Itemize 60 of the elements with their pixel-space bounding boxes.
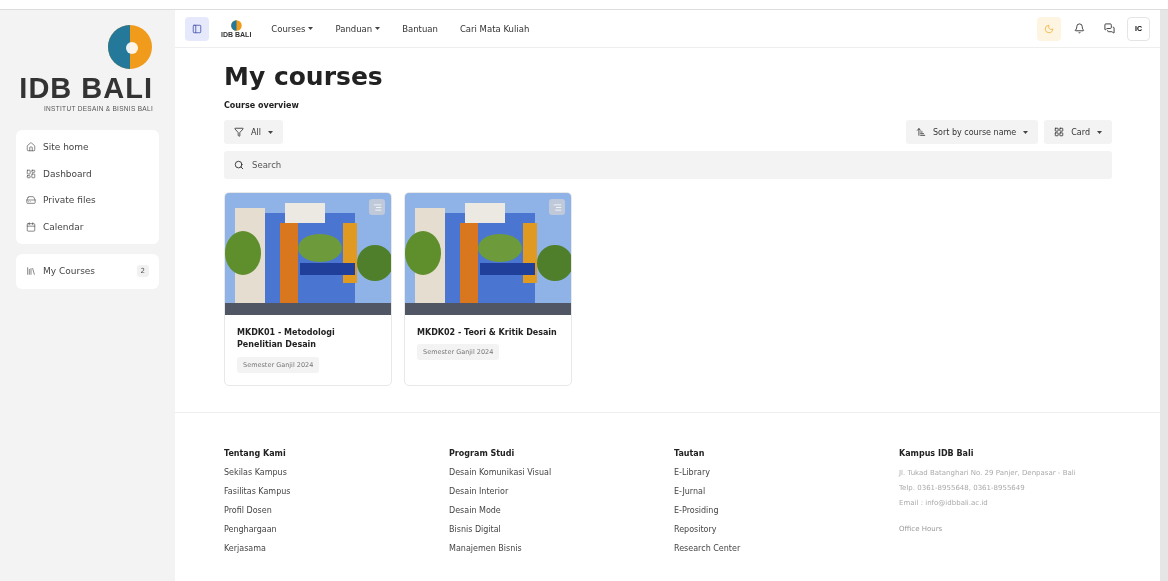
logo-title: IDB BALI [19, 74, 153, 103]
caret-icon [308, 27, 314, 30]
footer-heading: Program Studi [449, 449, 516, 460]
menu-icon [552, 202, 562, 212]
nav-label: My Courses [43, 266, 96, 277]
course-title[interactable]: MKDK02 - Teori & Kritik Desain [417, 327, 557, 340]
caret-icon [1023, 130, 1029, 134]
footer-link[interactable]: Sekilas Kampus [224, 468, 437, 487]
menu-link[interactable]: Courses [263, 23, 322, 34]
footer-link[interactable]: Repository [674, 525, 887, 544]
view-dropdown[interactable]: Card [1044, 120, 1112, 144]
nav-item[interactable]: Site home [16, 134, 159, 161]
menu-link[interactable]: Cari Mata Kuliah [451, 23, 538, 34]
caret-icon [267, 130, 273, 134]
footer-link[interactable]: Desain Interior [449, 487, 662, 506]
menu-link[interactable]: Bantuan [394, 23, 446, 34]
nav-item[interactable]: Calendar [16, 213, 159, 240]
sort-dropdown[interactable]: Sort by course name [906, 120, 1039, 144]
footer-link[interactable]: Fasilitas Kampus [224, 487, 437, 506]
footer-link[interactable]: Kerjasama [224, 544, 437, 563]
dashboard-icon [26, 168, 36, 179]
sort-icon [916, 127, 926, 137]
footer-link[interactable]: Desain Komunikasi Visual [449, 468, 662, 487]
footer-link[interactable]: E-Prosiding [674, 506, 887, 525]
page-title: My courses [224, 62, 384, 91]
course-title[interactable]: MKDK01 - Metodologi Penelitian Desain [237, 327, 379, 352]
nav-item[interactable]: Private files [16, 187, 159, 214]
footer-link[interactable]: Desain Mode [449, 506, 662, 525]
chat-icon [1103, 23, 1115, 34]
home-icon [26, 142, 36, 153]
drive-icon [26, 195, 36, 206]
sidebar-toggle-button[interactable] [185, 16, 209, 41]
footer-link[interactable]: Manajemen Bisnis [449, 544, 662, 563]
footer-link[interactable]: E-Jurnal [674, 487, 887, 506]
nav-item[interactable]: Dashboard [16, 160, 159, 187]
footer-link[interactable]: Research Center [674, 544, 887, 563]
search-field[interactable]: Search [224, 151, 1112, 179]
sidebar-icon [192, 23, 202, 34]
footer-link[interactable]: Bisnis Digital [449, 525, 662, 544]
footer-link[interactable]: E-Library [674, 468, 887, 487]
search-icon [234, 160, 244, 170]
footer-link[interactable]: Penghargaan [224, 525, 437, 544]
filter-icon [234, 127, 244, 137]
footer-heading: Kampus IDB Bali [899, 449, 975, 460]
logo-icon [107, 24, 153, 70]
grid-icon [1054, 127, 1065, 137]
calendar-icon [26, 221, 36, 232]
caret-icon [375, 27, 381, 30]
filter-dropdown[interactable]: All [224, 120, 283, 144]
moon-icon [1044, 23, 1054, 34]
footer-heading: Tentang Kami [224, 449, 287, 460]
bell-icon [1073, 23, 1085, 34]
menu-icon [372, 202, 382, 212]
caret-icon [1097, 130, 1102, 134]
logo-icon [230, 19, 242, 31]
section-title: Course overview [224, 101, 300, 110]
footer-link[interactable]: Profil Dosen [224, 506, 437, 525]
library-icon [26, 266, 36, 277]
footer-heading: Tautan [674, 449, 706, 460]
menu-link[interactable]: Panduan [327, 23, 389, 34]
